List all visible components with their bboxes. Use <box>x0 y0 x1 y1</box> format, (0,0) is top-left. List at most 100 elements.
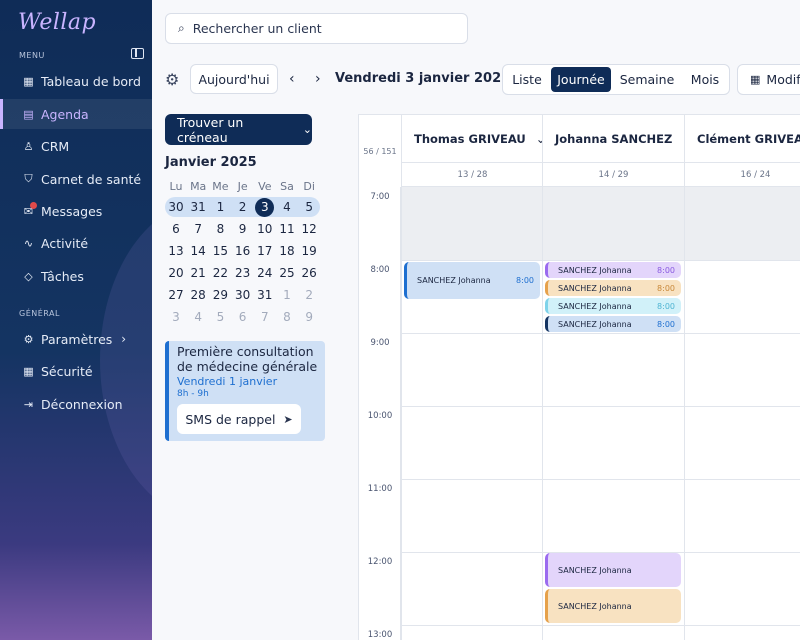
calendar-icon: ▤ <box>23 107 34 121</box>
calendar-day[interactable]: 9 <box>232 219 254 239</box>
appointment-event[interactable]: SANCHEZ Johanna 8:00 <box>545 316 681 332</box>
sidebar-item-dashboard[interactable]: ▦ Tableau de bord <box>0 66 152 96</box>
view-week-button[interactable]: Semaine <box>615 67 679 92</box>
calendar-day[interactable]: 19 <box>298 241 320 261</box>
sidebar-item-label: Carnet de santé <box>41 171 142 187</box>
user-icon: ♙ <box>23 139 34 153</box>
calendar-day[interactable]: 18 <box>276 241 298 261</box>
event-patient-name: SANCHEZ Johanna <box>558 565 632 575</box>
calendar-day[interactable]: 10 <box>254 219 276 239</box>
sidebar-item-health-record[interactable]: ⛉ Carnet de santé <box>0 164 152 194</box>
practitioner-name: Clément GRIVEAU <box>697 131 800 146</box>
calendar-day[interactable]: 1 <box>209 197 231 217</box>
practitioner-column-header[interactable]: Clément GRIVEAU <box>684 115 800 163</box>
calendar-day[interactable]: 27 <box>165 285 187 305</box>
send-icon: ➤ <box>283 412 293 426</box>
appointment-event[interactable]: SANCHEZ Johanna <box>545 589 681 623</box>
view-day-button[interactable]: Journée <box>551 67 611 92</box>
calendar-day[interactable]: 2 <box>298 285 320 305</box>
appointment-card[interactable]: Première consultation de médecine généra… <box>165 341 325 441</box>
appointment-event[interactable]: SANCHEZ Johanna 8:00 <box>545 298 681 314</box>
calendar-day[interactable]: 28 <box>187 285 209 305</box>
calendar-day[interactable]: 12 <box>298 219 320 239</box>
sidebar-item-security[interactable]: ▦ Sécurité <box>0 356 152 386</box>
sidebar-item-label: Tableau de bord <box>41 73 141 89</box>
mini-calendar-month: Janvier 2025 <box>165 155 257 170</box>
calendar-day[interactable]: 20 <box>165 263 187 283</box>
practitioner-column-header[interactable]: Thomas GRIVEAU⌄ <box>401 115 543 163</box>
weekday-label: Je <box>237 180 248 193</box>
event-time: 8:00 <box>657 301 675 311</box>
chevron-left-icon[interactable]: ‹ <box>289 71 295 87</box>
calendar-day[interactable]: 8 <box>209 219 231 239</box>
calendar-day[interactable]: 16 <box>232 241 254 261</box>
general-section-label: GÉNÉRAL <box>19 309 60 318</box>
calendar-day[interactable]: 31 <box>187 197 209 217</box>
sidebar-item-label: Activité <box>41 235 89 251</box>
calendar-day[interactable]: 23 <box>232 263 254 283</box>
hour-gridline <box>400 406 800 407</box>
app-logo[interactable]: Wellap <box>18 10 96 35</box>
calendar-day[interactable]: 6 <box>232 307 254 327</box>
calendar-day[interactable]: 3 <box>254 197 276 217</box>
calendar-day[interactable]: 17 <box>254 241 276 261</box>
view-list-button[interactable]: Liste <box>505 67 549 92</box>
appointment-event[interactable]: SANCHEZ Johanna 8:00 <box>545 280 681 296</box>
hour-label: 13:00 <box>367 630 393 640</box>
calendar-day[interactable]: 21 <box>187 263 209 283</box>
selected-day[interactable]: 3 <box>255 197 275 217</box>
today-button[interactable]: Aujourd'hui <box>190 64 278 94</box>
sms-reminder-button[interactable]: SMS de rappel ➤ <box>177 404 301 434</box>
sidebar-item-agenda[interactable]: ▤ Agenda <box>0 99 152 129</box>
calendar-day[interactable]: 30 <box>232 285 254 305</box>
find-slot-button[interactable]: Trouver un créneau ⌄ <box>165 114 312 145</box>
appointment-time: 8h - 9h <box>177 389 209 399</box>
calendar-day[interactable]: 4 <box>187 307 209 327</box>
sidebar-item-tasks[interactable]: ◇ Tâches <box>0 261 152 291</box>
calendar-day[interactable]: 7 <box>187 219 209 239</box>
appointment-event[interactable]: SANCHEZ Johanna 8:00 <box>404 262 540 299</box>
calendar-day[interactable]: 7 <box>254 307 276 327</box>
calendar-day[interactable]: 31 <box>254 285 276 305</box>
calendar-day[interactable]: 30 <box>165 197 187 217</box>
calendar-day[interactable]: 15 <box>209 241 231 261</box>
sidebar-item-messages[interactable]: ✉ Messages <box>0 196 152 226</box>
gear-icon[interactable]: ⚙ <box>165 70 179 89</box>
sidebar-item-logout[interactable]: ⇥ Déconnexion <box>0 389 152 419</box>
sms-reminder-label: SMS de rappel <box>185 411 276 427</box>
calendar-day[interactable]: 26 <box>298 263 320 283</box>
calendar-day[interactable]: 29 <box>209 285 231 305</box>
sidebar-item-settings[interactable]: ⚙ Paramètres › <box>0 324 152 354</box>
calendar-day[interactable]: 5 <box>298 197 320 217</box>
calendar-day[interactable]: 13 <box>165 241 187 261</box>
calendar-day[interactable]: 22 <box>209 263 231 283</box>
calendar-day[interactable]: 8 <box>276 307 298 327</box>
calendar-day[interactable]: 3 <box>165 307 187 327</box>
practitioner-count: 16 / 24 <box>684 163 800 187</box>
calendar-day[interactable]: 24 <box>254 263 276 283</box>
chevron-right-icon[interactable]: › <box>315 71 321 87</box>
calendar-day[interactable]: 6 <box>165 219 187 239</box>
view-month-button[interactable]: Mois <box>683 67 727 92</box>
logout-icon: ⇥ <box>23 397 34 411</box>
sidebar: Wellap MENU ▦ Tableau de bord ▤ Agenda ♙… <box>0 0 152 640</box>
calendar-day[interactable]: 14 <box>187 241 209 261</box>
sidebar-collapse-icon[interactable] <box>131 48 144 59</box>
calendar-day[interactable]: 4 <box>276 197 298 217</box>
sidebar-item-activity[interactable]: ∿ Activité <box>0 228 152 258</box>
calendar-day[interactable]: 5 <box>209 307 231 327</box>
sidebar-item-crm[interactable]: ♙ CRM <box>0 131 152 161</box>
appointment-event[interactable]: SANCHEZ Johanna <box>545 553 681 587</box>
search-input[interactable]: ⌕ Rechercher un client <box>165 13 468 44</box>
calendar-day[interactable]: 25 <box>276 263 298 283</box>
calendar-day[interactable]: 1 <box>276 285 298 305</box>
calendar-day[interactable]: 2 <box>232 197 254 217</box>
practitioner-column-header[interactable]: Johanna SANCHEZ⌄ <box>542 115 684 163</box>
calendar-day[interactable]: 11 <box>276 219 298 239</box>
calendar-day[interactable]: 9 <box>298 307 320 327</box>
modify-button[interactable]: ▦ Modifier <box>737 64 800 95</box>
modify-label: Modifier <box>766 72 800 87</box>
appointment-event[interactable]: SANCHEZ Johanna 8:00 <box>545 262 681 278</box>
hour-label: 7:00 <box>370 192 390 202</box>
chevron-down-icon: ⌄ <box>302 123 312 136</box>
